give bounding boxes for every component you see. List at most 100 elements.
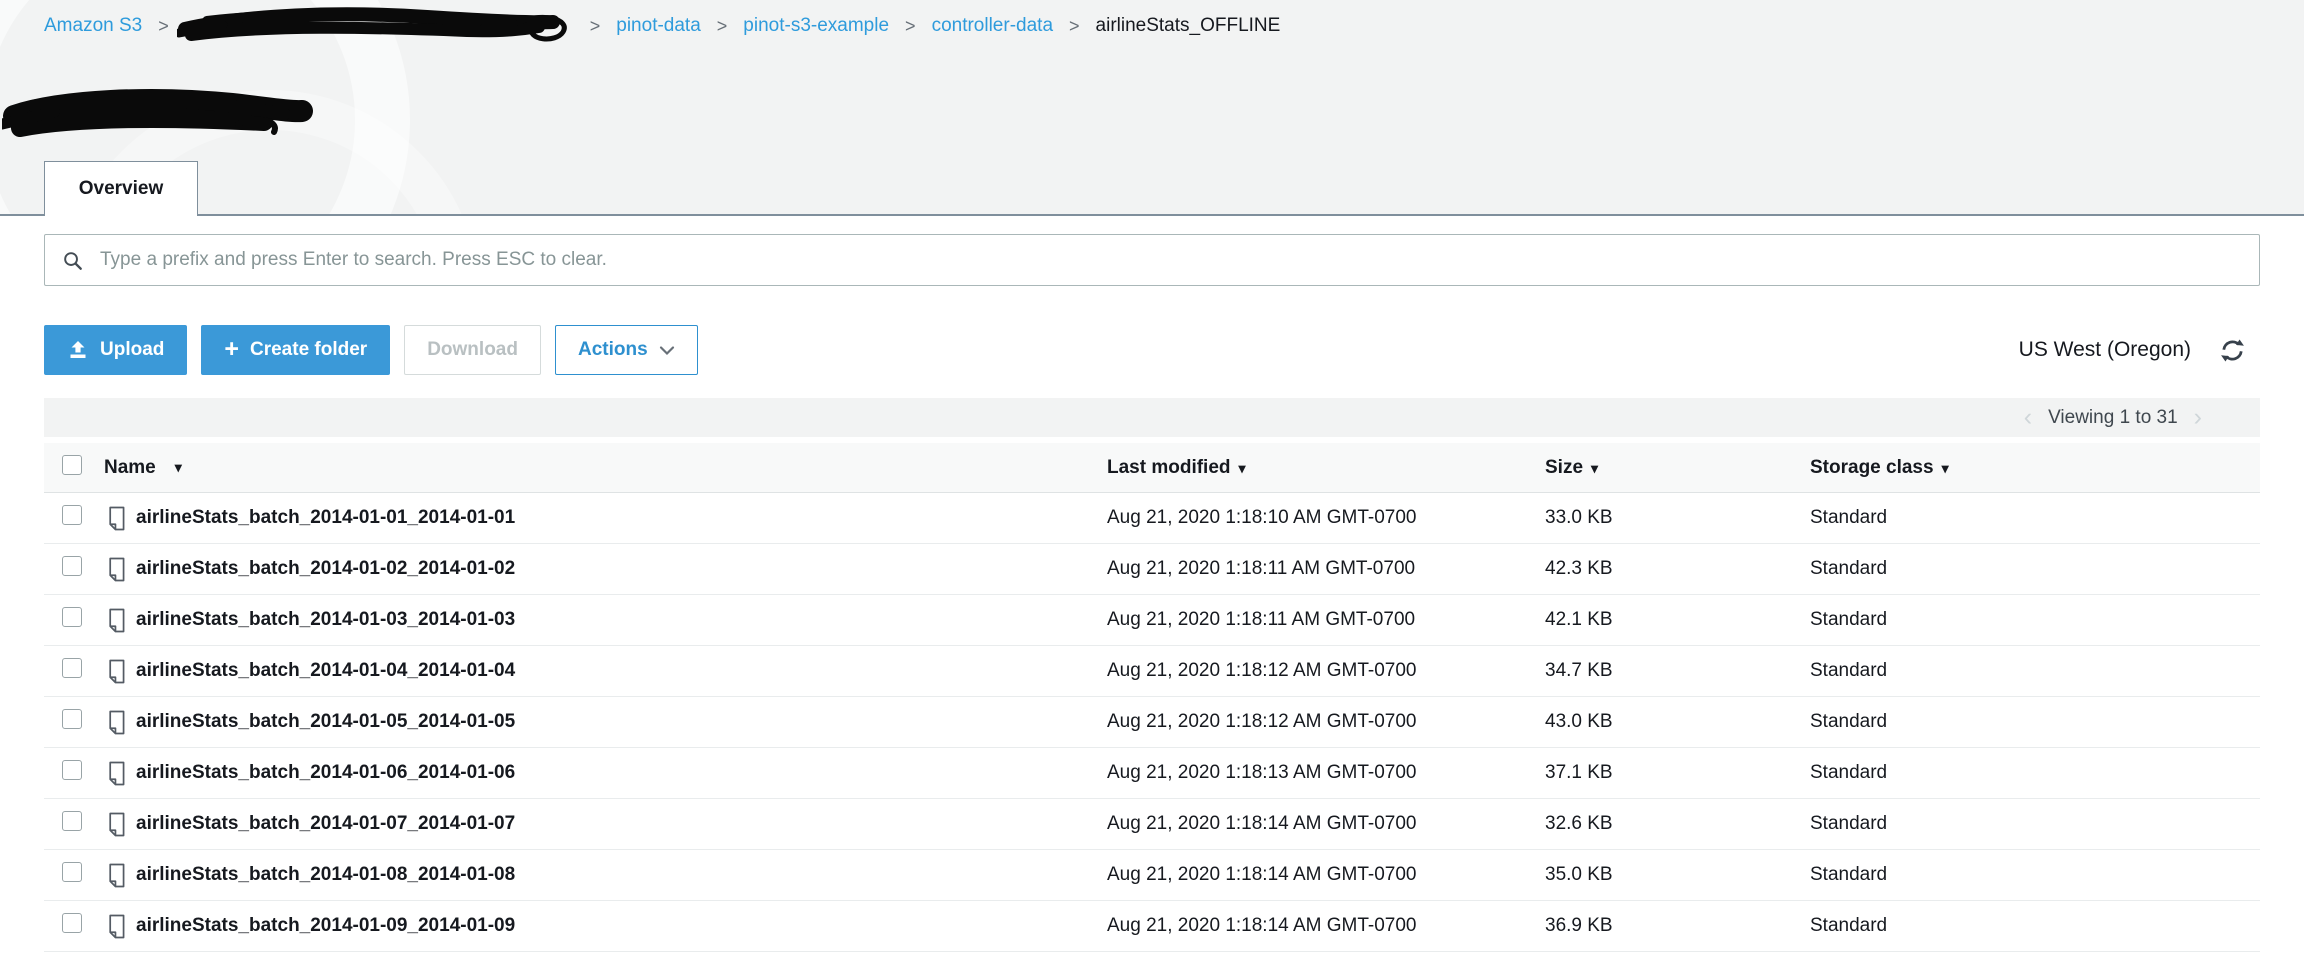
object-name-link[interactable]: airlineStats_batch_2014-01-06_2014-01-06 [136, 762, 515, 784]
row-checkbox[interactable] [62, 607, 82, 627]
redacted-bucket-title-scribble [2, 84, 317, 154]
object-storage-class: Standard [1810, 507, 2260, 529]
upload-button-label: Upload [100, 339, 164, 361]
region-label: US West (Oregon) [2019, 338, 2191, 362]
row-checkbox[interactable] [62, 811, 82, 831]
download-button[interactable]: Download [404, 325, 541, 375]
actions-button[interactable]: Actions [555, 325, 698, 375]
select-all-checkbox[interactable] [62, 455, 82, 475]
tab-overview[interactable]: Overview [44, 161, 198, 216]
sort-arrow-icon: ▾ [1239, 460, 1246, 476]
page-header: Amazon S3 > > pinot-data > pinot-s3-exam… [0, 0, 2304, 216]
breadcrumb-pinot-s3-example[interactable]: pinot-s3-example [743, 15, 889, 37]
column-header-size[interactable]: Size ▾ [1545, 457, 1810, 479]
tab-overview-label: Overview [79, 178, 164, 200]
toolbar-buttons: Upload + Create folder Download Actions [44, 325, 698, 375]
table-row: airlineStats_batch_2014-01-08_2014-01-08… [44, 850, 2260, 901]
object-size: 42.3 KB [1545, 558, 1810, 580]
object-name-link[interactable]: airlineStats_batch_2014-01-03_2014-01-03 [136, 609, 515, 631]
file-icon [104, 659, 125, 684]
object-name-link[interactable]: airlineStats_batch_2014-01-08_2014-01-08 [136, 864, 515, 886]
column-header-storage-class-label: Storage class [1810, 457, 1934, 478]
refresh-button[interactable] [2219, 337, 2246, 364]
row-checkbox[interactable] [62, 760, 82, 780]
object-size: 37.1 KB [1545, 762, 1810, 784]
main-content: Upload + Create folder Download Actions … [0, 234, 2304, 952]
file-icon [104, 506, 125, 531]
file-icon [104, 914, 125, 939]
chevron-down-icon [659, 345, 675, 356]
object-last-modified: Aug 21, 2020 1:18:12 AM GMT-0700 [1107, 660, 1545, 682]
table-body: airlineStats_batch_2014-01-01_2014-01-01… [44, 493, 2260, 952]
object-storage-class: Standard [1810, 864, 2260, 886]
object-last-modified: Aug 21, 2020 1:18:14 AM GMT-0700 [1107, 813, 1545, 835]
breadcrumb-current-airlineStats-OFFLINE: airlineStats_OFFLINE [1096, 15, 1281, 37]
row-checkbox[interactable] [62, 556, 82, 576]
object-name-link[interactable]: airlineStats_batch_2014-01-04_2014-01-04 [136, 660, 515, 682]
download-button-label: Download [427, 339, 518, 361]
breadcrumb: Amazon S3 > > pinot-data > pinot-s3-exam… [0, 0, 2304, 39]
sort-arrow-icon: ▾ [1591, 460, 1598, 476]
object-storage-class: Standard [1810, 915, 2260, 937]
search-input[interactable] [98, 248, 2242, 272]
table-row: airlineStats_batch_2014-01-06_2014-01-06… [44, 748, 2260, 799]
column-header-storage-class[interactable]: Storage class ▾ [1810, 457, 2260, 479]
breadcrumb-amazon-s3[interactable]: Amazon S3 [44, 15, 142, 37]
create-folder-button-label: Create folder [250, 339, 367, 361]
search-bar [44, 234, 2260, 286]
table-row: airlineStats_batch_2014-01-09_2014-01-09… [44, 901, 2260, 952]
object-storage-class: Standard [1810, 762, 2260, 784]
column-header-name[interactable]: Name▾ [100, 457, 1107, 479]
object-last-modified: Aug 21, 2020 1:18:11 AM GMT-0700 [1107, 558, 1545, 580]
object-size: 33.0 KB [1545, 507, 1810, 529]
object-last-modified: Aug 21, 2020 1:18:13 AM GMT-0700 [1107, 762, 1545, 784]
actions-button-label: Actions [578, 339, 648, 361]
breadcrumb-separator-icon: > [905, 16, 916, 37]
object-name-link[interactable]: airlineStats_batch_2014-01-09_2014-01-09 [136, 915, 515, 937]
object-name-link[interactable]: airlineStats_batch_2014-01-02_2014-01-02 [136, 558, 515, 580]
pagination-bar: ‹ Viewing 1 to 31 › [44, 398, 2260, 437]
sort-arrow-icon: ▾ [1942, 460, 1949, 476]
object-last-modified: Aug 21, 2020 1:18:12 AM GMT-0700 [1107, 711, 1545, 733]
column-header-name-label: Name [104, 457, 156, 479]
breadcrumb-separator-icon: > [717, 16, 728, 37]
row-checkbox[interactable] [62, 709, 82, 729]
table-row: airlineStats_batch_2014-01-02_2014-01-02… [44, 544, 2260, 595]
object-storage-class: Standard [1810, 711, 2260, 733]
file-icon [104, 863, 125, 888]
object-size: 32.6 KB [1545, 813, 1810, 835]
column-header-size-label: Size [1545, 457, 1583, 478]
row-checkbox[interactable] [62, 913, 82, 933]
file-icon [104, 761, 125, 786]
column-header-last-modified[interactable]: Last modified▾ [1107, 457, 1545, 479]
redacted-bucket-name-scribble [177, 3, 582, 49]
object-storage-class: Standard [1810, 813, 2260, 835]
upload-icon [67, 339, 89, 361]
object-name-link[interactable]: airlineStats_batch_2014-01-01_2014-01-01 [136, 507, 515, 529]
object-size: 36.9 KB [1545, 915, 1810, 937]
table-header-row: Name▾ Last modified▾ Size▾ Storage class… [44, 443, 2260, 493]
row-checkbox[interactable] [62, 862, 82, 882]
object-name-link[interactable]: airlineStats_batch_2014-01-07_2014-01-07 [136, 813, 515, 835]
breadcrumb-separator-icon: > [1069, 16, 1080, 37]
create-folder-button[interactable]: + Create folder [201, 325, 390, 375]
breadcrumb-pinot-data[interactable]: pinot-data [616, 15, 701, 37]
object-name-link[interactable]: airlineStats_batch_2014-01-05_2014-01-05 [136, 711, 515, 733]
previous-page-icon[interactable]: ‹ [2024, 405, 2032, 430]
table-row: airlineStats_batch_2014-01-04_2014-01-04… [44, 646, 2260, 697]
object-last-modified: Aug 21, 2020 1:18:10 AM GMT-0700 [1107, 507, 1545, 529]
object-storage-class: Standard [1810, 558, 2260, 580]
search-icon [62, 250, 83, 271]
breadcrumb-controller-data[interactable]: controller-data [932, 15, 1053, 37]
pagination-text: Viewing 1 to 31 [2048, 407, 2178, 429]
table-row: airlineStats_batch_2014-01-03_2014-01-03… [44, 595, 2260, 646]
row-checkbox[interactable] [62, 505, 82, 525]
breadcrumb-separator-icon: > [158, 16, 169, 37]
object-size: 42.1 KB [1545, 609, 1810, 631]
next-page-icon[interactable]: › [2194, 405, 2202, 430]
upload-button[interactable]: Upload [44, 325, 187, 375]
row-checkbox[interactable] [62, 658, 82, 678]
object-size: 43.0 KB [1545, 711, 1810, 733]
region-area: US West (Oregon) [2019, 337, 2260, 364]
object-last-modified: Aug 21, 2020 1:18:11 AM GMT-0700 [1107, 609, 1545, 631]
